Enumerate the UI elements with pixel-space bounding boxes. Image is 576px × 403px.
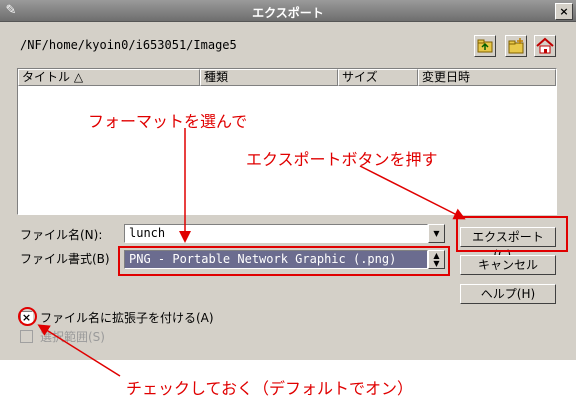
arrow-to-export [359,165,466,220]
annotation-arrows [37,128,466,377]
arrow-to-checkbox [37,324,121,377]
